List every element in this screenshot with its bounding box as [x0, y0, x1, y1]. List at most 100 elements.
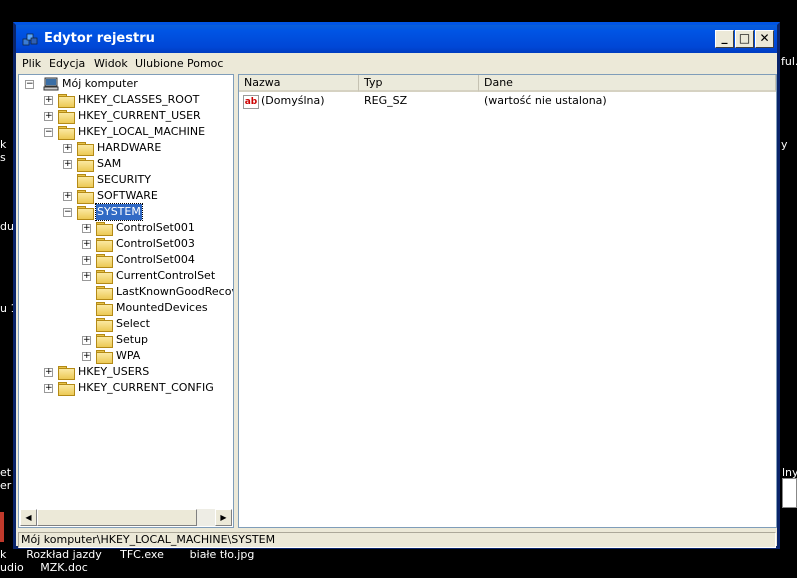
folder-icon: [96, 286, 113, 300]
expand-icon[interactable]: +: [44, 96, 53, 105]
expand-icon[interactable]: +: [82, 224, 91, 233]
folder-icon: [96, 222, 113, 236]
expand-icon[interactable]: +: [82, 256, 91, 265]
tree-node[interactable]: + ControlSet001: [19, 220, 233, 236]
expand-icon[interactable]: +: [63, 144, 72, 153]
desktop-icon-graphic: [0, 512, 4, 542]
folder-icon: [96, 270, 113, 284]
tree-node[interactable]: LastKnownGoodRecove: [19, 284, 233, 300]
expand-icon[interactable]: +: [63, 192, 72, 201]
folder-icon: [77, 142, 94, 156]
tree-node[interactable]: MountedDevices: [19, 300, 233, 316]
menu-widok[interactable]: Widok: [94, 57, 128, 70]
folder-icon: [96, 254, 113, 268]
tree-node[interactable]: SECURITY: [19, 172, 233, 188]
menu-edycja[interactable]: Edycja: [49, 57, 85, 70]
desktop-fragment: s: [0, 151, 6, 164]
tree-node-label: SECURITY: [97, 173, 151, 186]
tree-node[interactable]: − SYSTEM: [19, 203, 233, 221]
open-folder-icon: [58, 126, 75, 140]
values-list[interactable]: Nazwa Typ Dane ab (Domyślna) REG_SZ (war…: [238, 74, 777, 528]
expand-icon[interactable]: +: [44, 368, 53, 377]
tree-node[interactable]: + SAM: [19, 156, 233, 172]
folder-icon: [96, 334, 113, 348]
folder-icon: [58, 382, 75, 396]
tree-node[interactable]: + ControlSet004: [19, 252, 233, 268]
registry-editor-window: Edytor rejestru _ □ ✕ Plik Edycja Widok …: [13, 22, 780, 549]
column-header-nazwa[interactable]: Nazwa: [239, 75, 359, 92]
tree-node[interactable]: − HKEY_LOCAL_MACHINE: [19, 124, 233, 140]
tree-node-label: Select: [116, 317, 150, 330]
tree-node-label: MountedDevices: [116, 301, 208, 314]
scroll-right-icon[interactable]: ▶: [215, 509, 232, 526]
tree-node[interactable]: + HARDWARE: [19, 140, 233, 156]
desktop-icon-tfc[interactable]: TFC.exe: [112, 548, 172, 561]
expand-icon[interactable]: +: [63, 160, 72, 169]
expand-icon[interactable]: +: [82, 272, 91, 281]
folder-icon: [77, 190, 94, 204]
tree-node[interactable]: + CurrentControlSet: [19, 268, 233, 284]
tree-node[interactable]: + HKEY_CLASSES_ROOT: [19, 92, 233, 108]
expand-icon[interactable]: +: [82, 352, 91, 361]
desktop-icon-rozklad[interactable]: Rozkład jazdy MZK.doc: [26, 548, 102, 574]
open-folder-icon: [77, 206, 94, 220]
expand-icon[interactable]: +: [82, 336, 91, 345]
folder-icon: [96, 318, 113, 332]
tree-node-label: HKEY_CLASSES_ROOT: [78, 93, 200, 106]
tree-node[interactable]: + ControlSet003: [19, 236, 233, 252]
value-data: (wartość nie ustalona): [484, 94, 607, 107]
registry-tree[interactable]: − Mój komputer + HKEY_CLASSES_ROOT + HKEY_C…: [18, 74, 234, 528]
minimize-button[interactable]: _: [715, 30, 734, 48]
tree-node-label: ControlSet001: [116, 221, 195, 234]
menu-pomoc[interactable]: Pomoc: [187, 57, 223, 70]
expand-icon[interactable]: +: [44, 384, 53, 393]
tree-node[interactable]: Select: [19, 316, 233, 332]
tree-horizontal-scrollbar[interactable]: ◀ ▶: [20, 509, 232, 526]
desktop-fragment: ful...: [781, 55, 797, 68]
tree-node-label: HKEY_USERS: [78, 365, 150, 378]
collapse-icon[interactable]: −: [25, 80, 34, 89]
tree-root-label: Mój komputer: [62, 77, 138, 90]
folder-icon: [96, 238, 113, 252]
folder-icon: [77, 174, 94, 188]
tree-node-label: SAM: [97, 157, 122, 170]
scroll-left-icon[interactable]: ◀: [20, 509, 37, 526]
column-header-dane[interactable]: Dane: [479, 75, 776, 92]
tree-node-label: SOFTWARE: [97, 189, 158, 202]
desktop-icon-graphic: [782, 478, 797, 508]
tree-node-label: HKEY_CURRENT_CONFIG: [78, 381, 214, 394]
title-bar[interactable]: Edytor rejestru _ □ ✕: [16, 25, 777, 53]
tree-node[interactable]: + HKEY_CURRENT_CONFIG: [19, 380, 233, 396]
tree-node[interactable]: + Setup: [19, 332, 233, 348]
tree-root[interactable]: − Mój komputer: [23, 76, 223, 92]
menu-plik[interactable]: Plik: [22, 57, 41, 70]
tree-node[interactable]: + WPA: [19, 348, 233, 364]
folder-icon: [96, 350, 113, 364]
close-button[interactable]: ✕: [755, 30, 774, 48]
desktop-fragment: udio: [0, 561, 24, 574]
status-bar: Mój komputer\HKEY_LOCAL_MACHINE\SYSTEM: [18, 532, 776, 548]
menu-ulubione[interactable]: Ulubione: [135, 57, 184, 70]
scroll-thumb[interactable]: [37, 509, 197, 526]
tree-node-label: Setup: [116, 333, 149, 346]
collapse-icon[interactable]: −: [44, 128, 53, 137]
desktop-fragment: du: [0, 220, 14, 233]
tree-node-label: HARDWARE: [97, 141, 162, 154]
desktop-icon-biale-tlo[interactable]: białe tło.jpg: [182, 548, 262, 561]
folder-icon: [58, 110, 75, 124]
collapse-icon[interactable]: −: [63, 208, 72, 217]
window-title: Edytor rejestru: [44, 31, 155, 46]
expand-icon[interactable]: +: [44, 112, 53, 121]
column-header-typ[interactable]: Typ: [359, 75, 479, 92]
desktop-fragment: k: [0, 548, 7, 561]
folder-icon: [58, 366, 75, 380]
expand-icon[interactable]: +: [82, 240, 91, 249]
tree-node[interactable]: + HKEY_CURRENT_USER: [19, 108, 233, 124]
tree-node[interactable]: + HKEY_USERS: [19, 364, 233, 380]
maximize-button[interactable]: □: [735, 30, 754, 48]
client-area: − Mój komputer + HKEY_CLASSES_ROOT + HKEY_C…: [18, 74, 777, 530]
tree-node[interactable]: + SOFTWARE: [19, 188, 233, 204]
desktop-fragment: et: [0, 466, 12, 479]
tree-node-label: ControlSet004: [116, 253, 195, 266]
folder-icon: [96, 302, 113, 316]
